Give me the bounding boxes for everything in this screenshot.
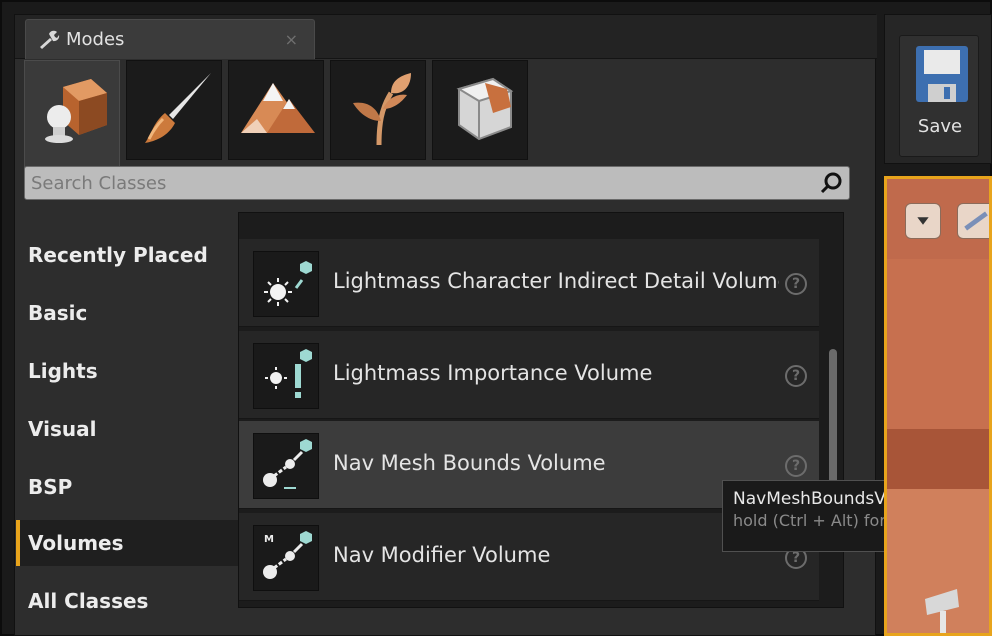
floppy-disk-icon xyxy=(916,46,968,102)
paint-mode-button[interactable] xyxy=(126,60,222,160)
geometry-cube-icon xyxy=(456,77,514,141)
viewport-scene xyxy=(887,259,989,633)
list-item-lightmass-character-indirect-detail-volume[interactable]: Lightmass Character Indirect Detail Volu… xyxy=(239,239,819,327)
lightmass-importance-icon xyxy=(253,343,319,409)
class-label: Nav Modifier Volume xyxy=(333,543,551,567)
save-label: Save xyxy=(917,116,963,137)
category-list: Recently Placed Basic Lights Visual BSP … xyxy=(16,212,238,613)
close-icon[interactable]: × xyxy=(285,30,298,49)
category-basic[interactable]: Basic xyxy=(16,290,238,336)
class-label: Lightmass Importance Volume xyxy=(333,361,653,385)
paintbrush-icon xyxy=(145,73,211,143)
scrollbar-thumb[interactable] xyxy=(829,349,837,499)
wrench-icon xyxy=(40,30,60,49)
category-all-classes[interactable]: All Classes xyxy=(16,578,238,624)
class-label: Lightmass Character Indirect Detail Volu… xyxy=(333,269,779,293)
tab-bar: Modes × xyxy=(15,15,877,59)
geometry-mode-button[interactable] xyxy=(432,60,528,160)
search-box[interactable] xyxy=(24,166,850,200)
mountains-icon xyxy=(241,83,315,133)
help-icon[interactable]: ? xyxy=(785,273,807,295)
tab-modes[interactable]: Modes × xyxy=(25,19,315,59)
tab-modes-label: Modes xyxy=(66,29,125,50)
save-button[interactable]: Save xyxy=(899,35,979,157)
toolbar: Save xyxy=(884,14,992,164)
nav-mesh-icon xyxy=(253,433,319,499)
level-viewport[interactable] xyxy=(884,176,992,636)
help-icon[interactable]: ? xyxy=(785,455,807,477)
category-lights[interactable]: Lights xyxy=(16,348,238,394)
category-volumes[interactable]: Volumes xyxy=(16,520,238,566)
category-visual[interactable]: Visual xyxy=(16,406,238,452)
landscape-mode-button[interactable] xyxy=(228,60,324,160)
svg-text:M: M xyxy=(264,534,274,545)
category-recently-placed[interactable]: Recently Placed xyxy=(16,232,238,278)
search-input[interactable] xyxy=(31,170,811,196)
foliage-icon xyxy=(353,73,411,146)
class-label: Nav Mesh Bounds Volume xyxy=(333,451,606,475)
help-icon[interactable]: ? xyxy=(785,365,807,387)
place-mode-button[interactable] xyxy=(24,60,120,170)
lightmass-detail-icon xyxy=(253,251,319,317)
category-bsp[interactable]: BSP xyxy=(16,464,238,510)
foliage-mode-button[interactable] xyxy=(330,60,426,160)
list-item-lightmass-importance-volume[interactable]: Lightmass Importance Volume ? xyxy=(239,331,819,419)
nav-modifier-icon: M xyxy=(253,525,319,591)
place-mode-icon xyxy=(45,79,107,143)
search-icon[interactable] xyxy=(819,171,843,195)
